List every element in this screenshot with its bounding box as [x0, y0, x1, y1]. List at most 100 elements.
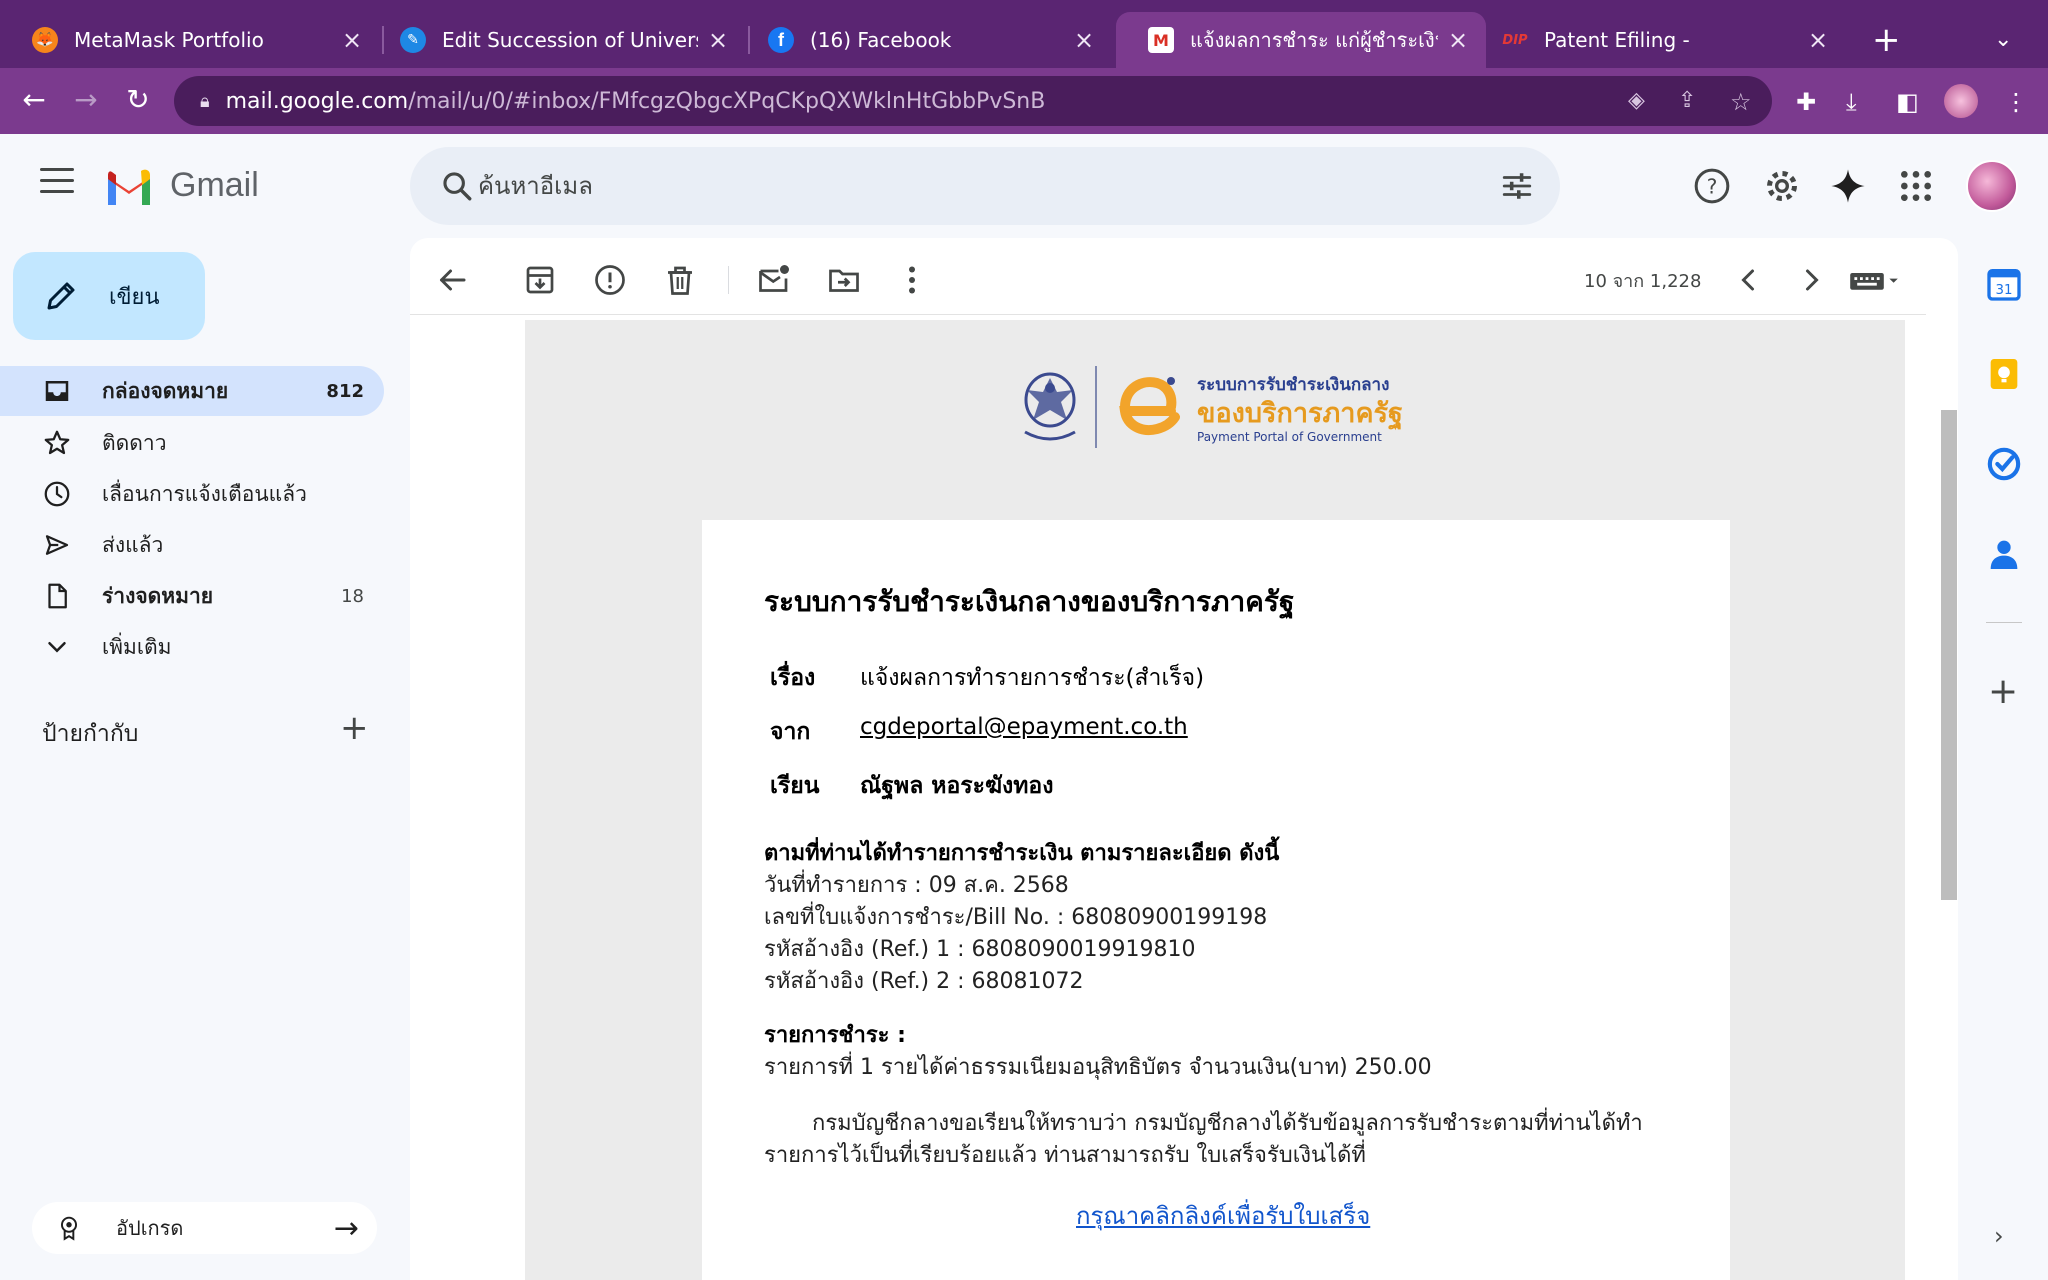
tab-search-chevron-icon[interactable]: ⌄ — [1994, 18, 2012, 62]
compose-button[interactable]: เขียน — [13, 252, 205, 340]
reload-icon[interactable]: ↻ — [118, 80, 158, 120]
forward-arrow-icon[interactable]: → — [66, 80, 106, 120]
nav-item-starred[interactable]: ติดดาว — [0, 418, 384, 468]
side-panel-divider — [1986, 622, 2022, 623]
input-tools-keyboard-icon[interactable] — [1846, 262, 1902, 298]
subject-label: เรื่อง — [770, 665, 816, 691]
logo-divider — [1095, 366, 1097, 448]
gmail-icon: M — [1148, 27, 1174, 53]
labels-heading: ป้ายกำกับ — [42, 721, 139, 747]
portal-logo-text: ระบบการรับชำระเงินกลาง ของบริการภาครัฐ P… — [1197, 371, 1403, 444]
sender-email-link[interactable]: cgdeportal@epayment.co.th — [860, 714, 1188, 750]
back-to-inbox-icon[interactable] — [434, 262, 470, 298]
clock-icon — [44, 481, 70, 507]
back-arrow-icon[interactable]: ← — [14, 80, 54, 120]
item-line: รายการที่ 1 รายได้ค่าธรรมเนียมอนุสิทธิบั… — [764, 1055, 1432, 1080]
payment-items: รายการชำระ : รายการที่ 1 รายได้ค่าธรรมเน… — [764, 1020, 1432, 1084]
tasks-icon[interactable] — [1984, 444, 2024, 484]
trash-icon[interactable] — [662, 262, 698, 298]
nav-label: เลื่อนการแจ้งเตือนแล้ว — [102, 481, 307, 506]
unread-count: 812 — [326, 380, 364, 402]
more-vert-icon[interactable]: ⋮ — [2004, 88, 2028, 116]
search-icon[interactable] — [440, 169, 474, 203]
star-icon — [44, 430, 70, 455]
hide-side-panel-chevron-icon[interactable]: › — [1994, 1222, 2004, 1250]
nav-item-snoozed[interactable]: เลื่อนการแจ้งเตือนแล้ว — [0, 469, 384, 519]
gear-icon[interactable] — [1762, 166, 1802, 206]
archive-icon[interactable] — [522, 262, 558, 298]
tab-gmail-active[interactable]: M แจ้งผลการชำระ แก่ผู้ชำระเงิน - n × — [1116, 12, 1486, 68]
address-bar[interactable]: 🔒︎ mail.google.com/mail/u/0/#inbox/FMfcg… — [174, 76, 1772, 126]
gmail-logo[interactable]: Gmail — [104, 166, 259, 205]
search-options-icon[interactable] — [1500, 169, 1534, 203]
lock-icon: 🔒︎ — [200, 90, 210, 112]
lens-icon[interactable]: ◈ — [1628, 88, 1645, 113]
close-icon[interactable]: × — [1064, 26, 1104, 54]
nav-label: ติดดาว — [102, 430, 167, 455]
new-tab-button[interactable]: + — [1872, 18, 1901, 62]
bookmark-star-icon[interactable]: ☆ — [1730, 88, 1752, 116]
newer-chevron-icon[interactable] — [1730, 262, 1766, 298]
toolbar-divider-line — [410, 314, 1926, 315]
browser-tab-bar: 🦊 MetaMask Portfolio × ✎ Edit Succession… — [0, 0, 2048, 68]
search-bar[interactable] — [410, 147, 1560, 225]
detail-line: เลขที่ใบแจ้งการชำระ/Bill No. : 680809001… — [764, 905, 1268, 930]
account-avatar[interactable] — [1966, 160, 2018, 212]
tab-facebook[interactable]: f (16) Facebook × — [736, 12, 1112, 68]
scrollbar-thumb[interactable] — [1941, 410, 1957, 900]
gemini-sparkle-icon[interactable] — [1828, 166, 1868, 206]
badge-icon — [60, 1216, 78, 1241]
close-icon[interactable]: × — [1798, 26, 1838, 54]
pagination-info: 10 จาก 1,228 — [1584, 271, 1702, 292]
svg-text:31: 31 — [1996, 283, 2013, 298]
calendar-icon[interactable]: 31 — [1984, 264, 2024, 304]
detail-line: วันที่ทำรายการ : 09 ส.ค. 2568 — [764, 873, 1069, 898]
edit-site-icon: ✎ — [400, 27, 426, 53]
tab-edit-succession[interactable]: ✎ Edit Succession of Universe-I × — [368, 12, 746, 68]
details-heading: ตามที่ท่านได้ทำรายการชำระเงิน ตามรายละเอ… — [764, 841, 1280, 866]
apps-grid-icon[interactable] — [1896, 166, 1936, 206]
upgrade-button[interactable]: อัปเกรด → — [32, 1202, 377, 1254]
nav-item-inbox[interactable]: กล่องจดหมาย 812 — [0, 366, 384, 416]
tab-patent-efiling[interactable]: DIP Patent Efiling - × — [1470, 12, 1846, 68]
transaction-details: ตามที่ท่านได้ทำรายการชำระเงิน ตามรายละเอ… — [764, 838, 1279, 998]
report-spam-icon[interactable] — [592, 262, 628, 298]
keep-icon[interactable] — [1984, 354, 2024, 394]
facebook-icon: f — [768, 27, 794, 53]
profile-avatar-icon[interactable] — [1944, 84, 1978, 118]
contacts-icon[interactable] — [1984, 534, 2024, 574]
older-chevron-icon[interactable] — [1794, 262, 1830, 298]
tab-title: Patent Efiling - — [1544, 28, 1690, 52]
help-icon[interactable]: ? — [1692, 166, 1732, 206]
receipt-link[interactable]: กรุณาคลิกลิงค์เพื่อรับใบเสร็จ — [1076, 1196, 1370, 1235]
share-icon[interactable]: ⇪ — [1678, 88, 1696, 113]
main-menu-icon[interactable] — [40, 168, 74, 198]
browser-toolbar: ← → ↻ 🔒︎ mail.google.com/mail/u/0/#inbox… — [0, 68, 2048, 134]
message-view: 10 จาก 1,228 ระบบการรับชำระเงินกลาง ของบ… — [410, 238, 1958, 1280]
from-label: จาก — [770, 719, 811, 745]
nav-item-sent[interactable]: ส่งแล้ว — [0, 520, 384, 570]
mark-unread-icon[interactable] — [756, 262, 792, 298]
nav-label: ร่างจดหมาย — [102, 583, 214, 608]
email-title: ระบบการรับชำระเงินกลางของบริการภาครัฐ — [764, 585, 1295, 618]
nav-item-more[interactable]: เพิ่มเติม — [0, 622, 384, 672]
items-heading: รายการชำระ : — [764, 1023, 906, 1048]
tab-title: MetaMask Portfolio — [74, 28, 264, 52]
gmail-wordmark: Gmail — [170, 166, 259, 204]
move-to-icon[interactable] — [826, 262, 862, 298]
add-label-button[interactable]: + — [340, 710, 369, 746]
subject-value: แจ้งผลการทำรายการชำระ(สำเร็จ) — [860, 665, 1205, 691]
close-icon[interactable]: × — [698, 26, 738, 54]
arrow-right-icon: → — [333, 1210, 359, 1246]
side-panel-icon[interactable]: ◧ — [1896, 88, 1919, 116]
more-options-icon[interactable] — [894, 262, 930, 298]
download-icon[interactable]: ⤓ — [1846, 88, 1857, 116]
draft-count: 18 — [341, 585, 364, 607]
tab-metamask[interactable]: 🦊 MetaMask Portfolio × — [0, 12, 380, 68]
nav-item-drafts[interactable]: ร่างจดหมาย 18 — [0, 571, 384, 621]
inbox-icon — [45, 381, 69, 401]
close-icon[interactable]: × — [332, 26, 372, 54]
get-addons-button[interactable]: + — [1988, 672, 2018, 712]
search-input[interactable] — [478, 165, 1378, 207]
extensions-icon[interactable]: ✚ — [1796, 88, 1816, 116]
